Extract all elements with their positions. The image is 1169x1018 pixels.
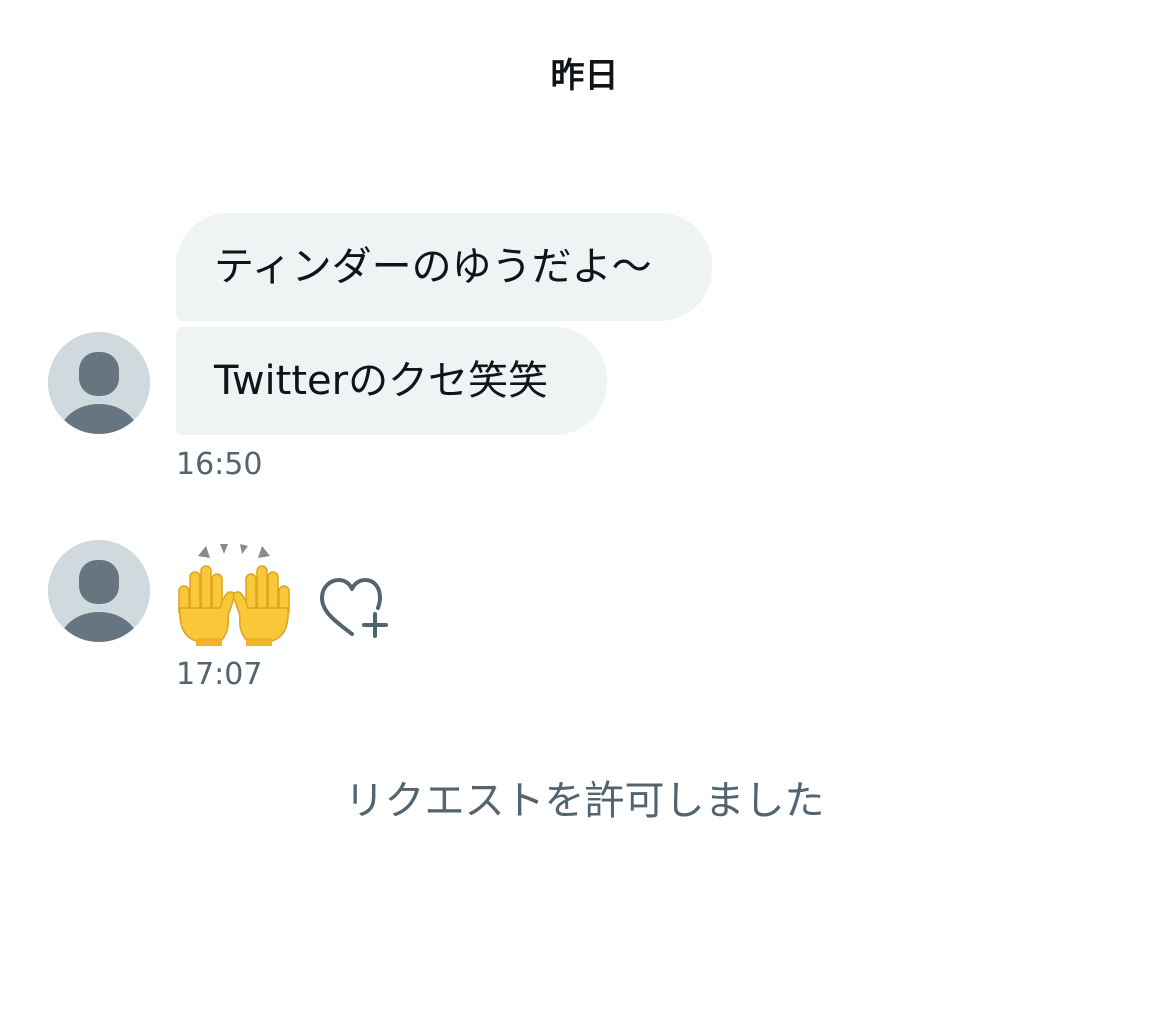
system-message: リクエストを許可しました bbox=[344, 778, 825, 824]
raising-hands-emoji-icon bbox=[178, 544, 290, 646]
message-timestamp: 16:50 bbox=[176, 447, 263, 482]
avatar[interactable] bbox=[48, 332, 150, 434]
default-avatar-icon bbox=[48, 332, 150, 434]
message-bubble[interactable]: Twitterのクセ笑笑 bbox=[176, 327, 607, 435]
heart-plus-icon bbox=[320, 578, 388, 638]
add-reaction-button[interactable] bbox=[316, 574, 396, 644]
avatar[interactable] bbox=[48, 540, 150, 642]
emoji-message[interactable] bbox=[176, 542, 292, 646]
date-header: 昨日 bbox=[550, 56, 619, 96]
message-timestamp: 17:07 bbox=[176, 657, 263, 692]
message-bubble[interactable]: ティンダーのゆうだよ〜 bbox=[176, 213, 712, 321]
default-avatar-icon bbox=[48, 540, 150, 642]
